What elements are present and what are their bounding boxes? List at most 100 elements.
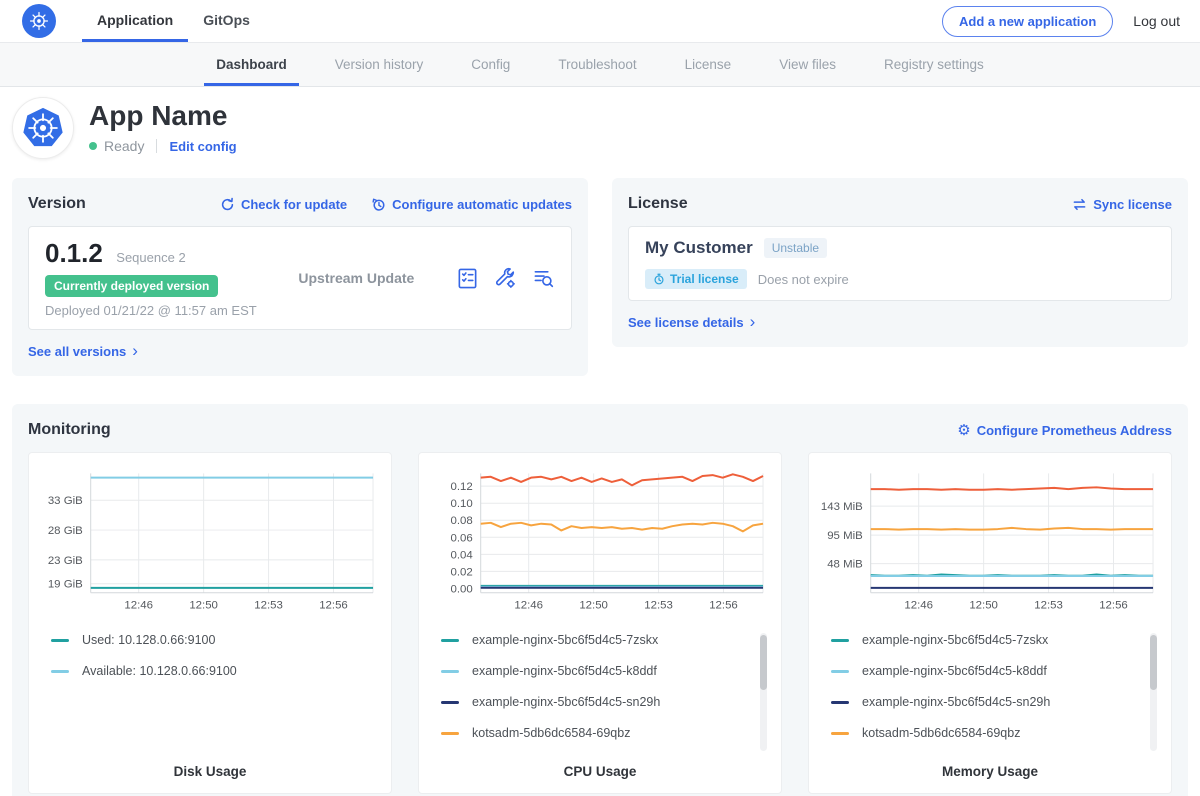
- license-card: License Sync license My Customer Unstabl…: [612, 178, 1188, 347]
- legend-swatch: [831, 670, 849, 673]
- subnav-tab-troubleshoot[interactable]: Troubleshoot: [546, 43, 648, 86]
- series-line-unlabeled: [871, 487, 1153, 489]
- see-all-versions-label: See all versions: [28, 344, 126, 359]
- deploy-logs-icon[interactable]: [532, 267, 555, 290]
- disk-usage-chart: 19 GiB23 GiB28 GiB33 GiB12:4612:5012:531…: [28, 452, 392, 794]
- license-card-title: License: [628, 195, 688, 213]
- chevron-right-icon: ›: [750, 313, 756, 330]
- sequence-label: Sequence 2: [116, 250, 185, 265]
- legend-item: kotsadm-5db6dc6584-69qbz: [831, 726, 1159, 740]
- configure-automatic-updates-label: Configure automatic updates: [392, 197, 572, 212]
- divider: [156, 139, 157, 153]
- memory-usage-plot: 48 MiB95 MiB143 MiB12:4612:5012:5312:56: [821, 465, 1159, 617]
- sync-license-label: Sync license: [1093, 197, 1172, 212]
- legend-item: example-nginx-5bc6f5d4c5-k8ddf: [831, 664, 1159, 678]
- sync-license-link[interactable]: Sync license: [1072, 197, 1172, 212]
- series-line-kotsadm-5db6dc6584-69qbz: [871, 528, 1153, 530]
- legend-scrollbar-track[interactable]: [760, 633, 767, 751]
- monitoring-card: Monitoring ⚙ Configure Prometheus Addres…: [12, 404, 1188, 796]
- legend-label: kotsadm-5db6dc6584-69qbz: [472, 726, 630, 740]
- legend-label: example-nginx-5bc6f5d4c5-7zskx: [862, 633, 1048, 647]
- disk-usage-title: Disk Usage: [41, 764, 379, 783]
- configure-prometheus-link[interactable]: ⚙ Configure Prometheus Address: [957, 423, 1172, 438]
- svg-text:0.08: 0.08: [451, 515, 473, 527]
- series-line-unlabeled: [481, 474, 763, 485]
- version-card-title: Version: [28, 195, 86, 213]
- stopwatch-icon: [653, 273, 665, 285]
- edit-config-link[interactable]: Edit config: [169, 139, 236, 154]
- cpu-usage-chart: 0.000.020.040.060.080.100.1212:4612:5012…: [418, 452, 782, 794]
- subnav-tab-config[interactable]: Config: [459, 43, 522, 86]
- add-application-button[interactable]: Add a new application: [942, 6, 1113, 37]
- topnav-tab-application[interactable]: Application: [82, 0, 188, 42]
- svg-text:12:50: 12:50: [579, 600, 608, 612]
- see-license-details-label: See license details: [628, 315, 744, 330]
- legend-label: example-nginx-5bc6f5d4c5-k8ddf: [862, 664, 1047, 678]
- svg-text:12:53: 12:53: [1034, 600, 1063, 612]
- kubernetes-logo-icon: [22, 4, 56, 38]
- sync-arrows-icon: [1072, 197, 1087, 212]
- svg-text:12:56: 12:56: [709, 600, 738, 612]
- check-for-update-link[interactable]: Check for update: [220, 197, 347, 212]
- legend-item: example-nginx-5bc6f5d4c5-sn29h: [831, 695, 1159, 709]
- legend-label: example-nginx-5bc6f5d4c5-sn29h: [472, 695, 660, 709]
- license-summary-box: My Customer Unstable Trial license Does …: [628, 226, 1172, 301]
- subnav-tab-version-history[interactable]: Version history: [323, 43, 436, 86]
- legend-item: Used: 10.128.0.66:9100: [51, 633, 379, 647]
- disk-usage-plot: 19 GiB23 GiB28 GiB33 GiB12:4612:5012:531…: [41, 465, 379, 617]
- legend-item: kotsadm-5db6dc6584-69qbz: [441, 726, 769, 740]
- version-number: 0.1.2: [45, 238, 103, 268]
- legend-scrollbar-track[interactable]: [1150, 633, 1157, 751]
- legend-label: example-nginx-5bc6f5d4c5-k8ddf: [472, 664, 657, 678]
- svg-text:12:56: 12:56: [1099, 600, 1128, 612]
- disk-usage-legend: Used: 10.128.0.66:9100 Available: 10.128.…: [41, 633, 379, 764]
- legend-label: Available: 10.128.0.66:9100: [82, 664, 237, 678]
- svg-text:12:46: 12:46: [124, 600, 153, 612]
- memory-usage-title: Memory Usage: [821, 764, 1159, 783]
- clock-refresh-icon: [371, 197, 386, 212]
- svg-text:0.04: 0.04: [451, 549, 474, 561]
- deployed-timestamp: Deployed 01/21/22 @ 11:57 am EST: [45, 303, 257, 318]
- logout-link[interactable]: Log out: [1133, 13, 1180, 29]
- see-license-details-link[interactable]: See license details ›: [628, 314, 755, 331]
- svg-text:143 MiB: 143 MiB: [821, 501, 863, 513]
- svg-text:48 MiB: 48 MiB: [827, 559, 863, 571]
- trial-license-badge: Trial license: [645, 269, 747, 289]
- legend-item: example-nginx-5bc6f5d4c5-sn29h: [441, 695, 769, 709]
- legend-swatch: [441, 670, 459, 673]
- subnav-tab-license[interactable]: License: [673, 43, 744, 86]
- top-navigation: ApplicationGitOps Add a new application …: [0, 0, 1200, 42]
- memory-usage-legend: example-nginx-5bc6f5d4c5-7zskx example-ng…: [821, 633, 1159, 764]
- trial-license-label: Trial license: [670, 272, 739, 286]
- legend-scrollbar-thumb[interactable]: [1150, 635, 1157, 690]
- subnav-tab-view-files[interactable]: View files: [767, 43, 848, 86]
- svg-text:19 GiB: 19 GiB: [48, 579, 83, 591]
- current-version-box: 0.1.2 Sequence 2 Currently deployed vers…: [28, 226, 572, 330]
- legend-scrollbar-thumb[interactable]: [760, 635, 767, 690]
- channel-badge: Unstable: [764, 238, 827, 258]
- legend-label: example-nginx-5bc6f5d4c5-sn29h: [862, 695, 1050, 709]
- legend-swatch: [51, 639, 69, 642]
- cpu-usage-title: CPU Usage: [431, 764, 769, 783]
- subnav-tab-registry-settings[interactable]: Registry settings: [872, 43, 996, 86]
- topnav-tab-gitops[interactable]: GitOps: [188, 0, 265, 42]
- topnav-tabs: ApplicationGitOps: [82, 0, 265, 42]
- subnav-tab-dashboard[interactable]: Dashboard: [204, 43, 299, 86]
- see-all-versions-link[interactable]: See all versions ›: [28, 343, 138, 360]
- kubernetes-app-logo-icon: [20, 105, 66, 151]
- gear-icon: ⚙: [957, 423, 970, 438]
- svg-text:12:46: 12:46: [904, 600, 933, 612]
- page-title: App Name: [89, 100, 237, 132]
- svg-text:12:56: 12:56: [319, 600, 348, 612]
- svg-text:23 GiB: 23 GiB: [48, 555, 83, 567]
- configure-automatic-updates-link[interactable]: Configure automatic updates: [371, 197, 572, 212]
- svg-text:0.02: 0.02: [451, 566, 473, 578]
- legend-item: Available: 10.128.0.66:9100: [51, 664, 379, 678]
- svg-text:0.00: 0.00: [451, 583, 473, 595]
- svg-text:12:50: 12:50: [189, 600, 218, 612]
- check-for-update-label: Check for update: [241, 197, 347, 212]
- svg-text:0.06: 0.06: [451, 532, 473, 544]
- version-info: 0.1.2 Sequence 2 Currently deployed vers…: [45, 238, 257, 318]
- preflight-checks-icon[interactable]: [456, 267, 479, 290]
- config-wrench-icon[interactable]: [494, 267, 517, 290]
